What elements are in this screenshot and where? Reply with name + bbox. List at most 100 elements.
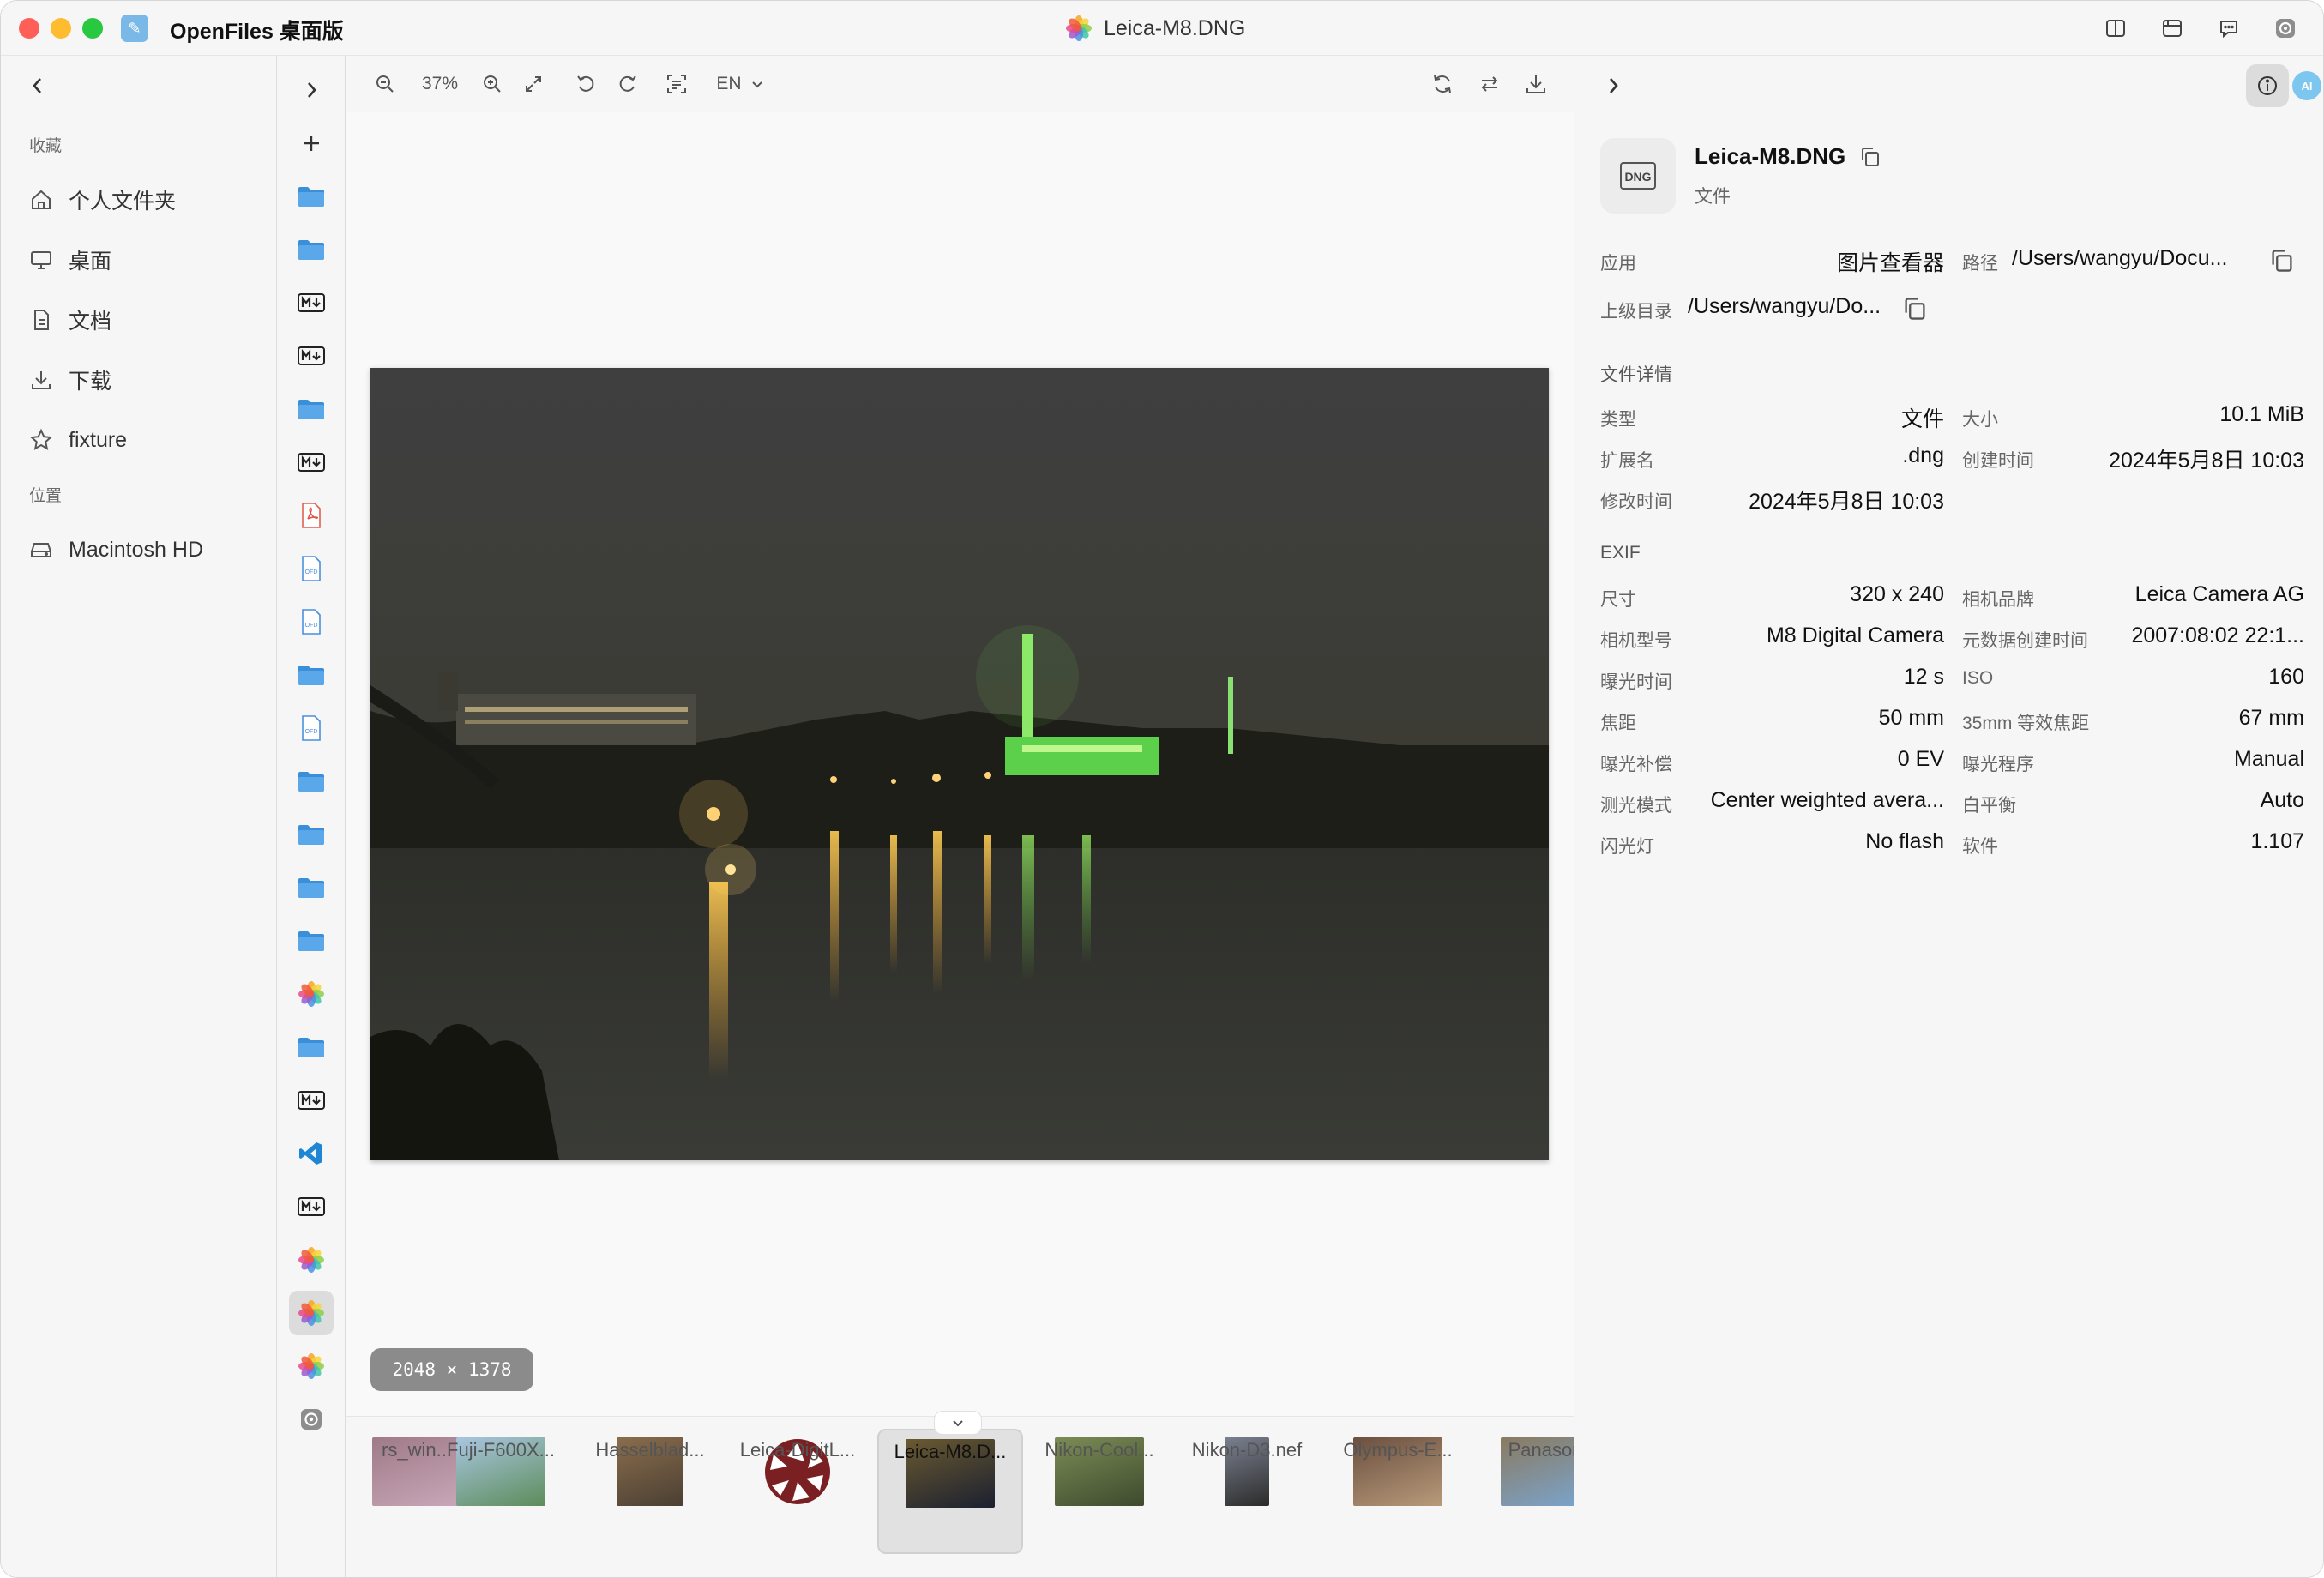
copy-icon[interactable] [1902,296,1928,322]
language-dropdown[interactable]: EN [710,70,770,98]
thumbnail-item[interactable]: Leica-M8.D... [877,1429,1023,1554]
ocr-button[interactable] [663,70,690,98]
file-item-folder[interactable] [294,924,328,958]
file-badge-text: DNG [1624,170,1651,184]
file-item-markdown[interactable] [294,445,328,479]
thumbnail-label: Leica-DigitL... [739,1439,856,1461]
file-item-folder[interactable] [294,870,328,905]
detail-label: 焦距 [1600,714,1636,733]
split-view-button[interactable] [2100,13,2131,44]
file-item-settings[interactable] [294,1402,328,1436]
comment-button[interactable] [2213,13,2244,44]
night-river-photo [370,368,1549,1160]
markdown-icon [298,346,325,365]
sidebar-item-fixture[interactable]: fixture [29,421,127,459]
file-item-photos[interactable] [294,1243,328,1277]
photos-icon [1066,15,1092,41]
markdown-icon [298,1197,325,1216]
download-button[interactable] [1522,70,1550,98]
detail-label: 相机品牌 [1962,590,2034,610]
app-label: 应用 [1600,254,1636,274]
sidebar-item-label: 文档 [69,310,112,334]
file-item-folder[interactable] [294,764,328,798]
settings-button[interactable] [2270,13,2301,44]
thumbnail-item[interactable]: Fuji-F600X... [428,1429,574,1554]
sidebar-item-label: 下载 [69,370,112,394]
file-icon-column: OFD OFD OFD [277,56,346,1577]
window-button[interactable] [2157,13,2188,44]
file-kind: 文件 [1695,187,1731,207]
file-item-folder[interactable] [294,179,328,214]
sidebar-item-downloads[interactable]: 下载 [29,361,111,399]
copy-icon[interactable] [1859,146,1881,168]
back-button[interactable] [25,73,51,99]
language-value: EN [716,74,742,93]
file-item-markdown[interactable] [294,1190,328,1224]
file-name: Leica-M8.DNG [1695,143,1881,170]
file-item-vscode[interactable] [294,1136,328,1171]
folder-icon [298,772,324,792]
thumbnail-item[interactable]: Hasselblad... [577,1429,723,1554]
thumbnail-item[interactable]: Nikon-D3.nef [1174,1429,1320,1554]
detail-label: 曝光补偿 [1600,755,1672,774]
locations-section-title: 位置 [29,487,63,505]
thumbnail-item[interactable]: Nikon-Cool... [1027,1429,1172,1554]
rotate-left-button[interactable] [572,70,599,98]
sidebar-item-home[interactable]: 个人文件夹 [29,181,176,219]
zoom-window-button[interactable] [82,18,103,39]
photos-icon [298,1247,324,1273]
file-item-ofd[interactable]: OFD [294,551,328,586]
panel-collapse-button[interactable] [1600,73,1626,103]
collapse-strip-button[interactable] [934,1411,982,1435]
file-item-folder[interactable] [294,232,328,267]
file-item-folder[interactable] [294,658,328,692]
ai-button[interactable]: AI [2292,71,2321,100]
folder-icon [298,400,324,419]
minimize-window-button[interactable] [51,18,71,39]
file-item-folder[interactable] [294,817,328,852]
path-label: 路径 [1962,254,1998,274]
parent-value: /Users/wangyu/Do... [1688,294,1881,318]
info-button[interactable] [2246,64,2289,107]
copy-icon[interactable] [2269,248,2295,274]
thumbnail-item[interactable]: Leica-DigitL... [725,1429,870,1554]
chevron-right-icon [1610,78,1618,93]
sidebar-item-desktop[interactable]: 桌面 [29,241,111,279]
thumbnail-item[interactable]: Olympus-E... [1325,1429,1471,1554]
file-item-photos[interactable] [294,1349,328,1383]
sidebar-item-macintosh-hd[interactable]: Macintosh HD [29,531,203,569]
app-window: ✎ OpenFiles 桌面版 Leica-M8.DNG 收藏 个人文件夹 桌面… [0,0,2324,1578]
file-item-markdown[interactable] [294,286,328,320]
file-item-folder[interactable] [294,392,328,426]
zoom-in-button[interactable] [479,70,506,98]
file-item-folder[interactable] [294,1030,328,1064]
file-item-plus[interactable] [294,126,328,160]
zoom-out-button[interactable] [371,70,399,98]
sidebar-item-label: 桌面 [69,250,112,274]
folder-icon [298,1038,324,1057]
plus-icon [304,136,319,151]
rotate-right-button[interactable] [614,70,641,98]
text-scan-icon [667,75,686,93]
file-item-ofd[interactable]: OFD [294,711,328,745]
chevron-down-icon [751,81,762,88]
detail-value: 50 mm [1878,706,1944,730]
file-item-markdown[interactable] [294,1083,328,1117]
file-item-pdf[interactable] [294,498,328,533]
forward-button[interactable] [294,73,328,107]
thumbnail-item[interactable]: Panason [1472,1429,1574,1554]
download-icon [32,371,51,389]
detail-value: 2007:08:02 22:1... [2131,623,2304,647]
close-window-button[interactable] [19,18,39,39]
file-item-markdown[interactable] [294,339,328,373]
thumbnail-label: Nikon-Cool... [1045,1439,1154,1461]
swap-button[interactable] [1476,70,1503,98]
file-item-photos[interactable] [289,1291,334,1335]
file-item-photos[interactable] [294,977,328,1011]
file-item-ofd[interactable]: OFD [294,605,328,639]
detail-value: 2024年5月8日 10:03 [1749,490,1944,514]
fit-button[interactable] [520,70,547,98]
detail-label: 软件 [1962,837,1998,857]
refresh-button[interactable] [1429,70,1456,98]
sidebar-item-documents[interactable]: 文档 [29,301,111,339]
